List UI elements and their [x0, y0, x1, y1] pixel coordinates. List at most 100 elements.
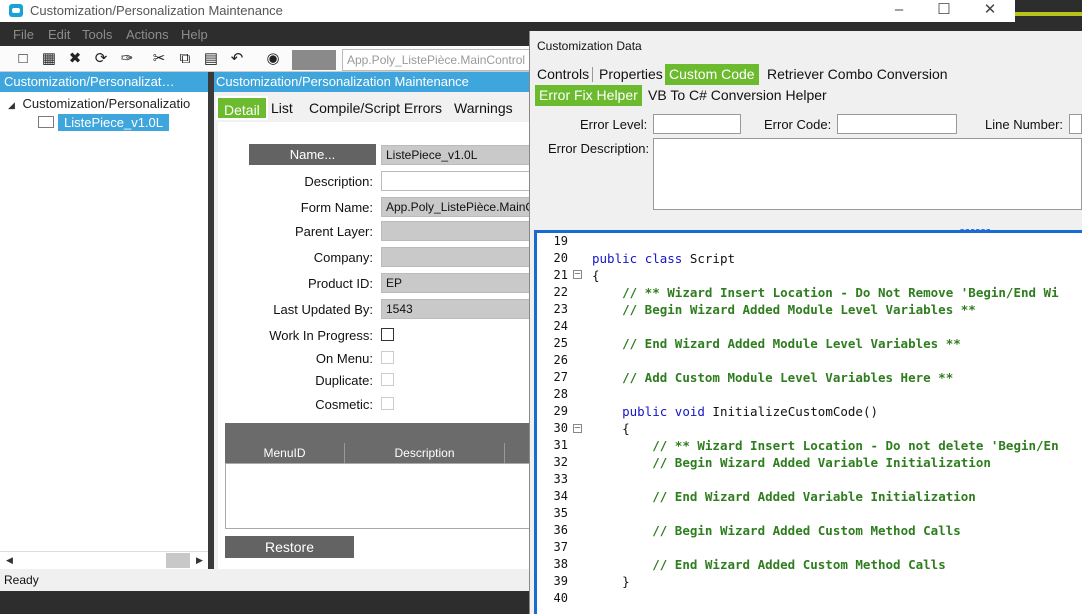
error-code-field[interactable]: [837, 114, 957, 134]
code-line[interactable]: // Add Custom Module Level Variables Her…: [592, 370, 953, 385]
menu-bar: File Edit Tools Actions Help: [0, 25, 530, 45]
background-strip: [1015, 0, 1082, 30]
line-number: 38: [553, 557, 568, 571]
name-button[interactable]: Name...: [249, 144, 376, 165]
close-icon[interactable]: ✕: [967, 0, 1013, 22]
folder-icon: [38, 116, 54, 128]
restore-button[interactable]: Restore: [225, 536, 354, 558]
grid-group-bar: [225, 423, 530, 443]
col-menu-id[interactable]: MenuID: [225, 443, 345, 463]
line-number: 39: [553, 574, 568, 588]
line-number: 37: [553, 540, 568, 554]
menu-tools[interactable]: Tools: [82, 27, 112, 42]
code-line[interactable]: }: [592, 574, 630, 589]
on-menu-label: On Menu:: [315, 351, 373, 366]
tab-warnings[interactable]: Warnings: [448, 96, 519, 120]
code-line[interactable]: // Begin Wizard Added Variable Initializ…: [592, 455, 991, 470]
tab-vb-to-csharp[interactable]: VB To C# Conversion Helper: [644, 85, 831, 106]
duplicate-checkbox[interactable]: [381, 373, 394, 386]
code-line[interactable]: {: [592, 421, 630, 436]
tab-retriever-combo[interactable]: Retriever Combo Conversion: [763, 64, 952, 85]
scroll-right-icon[interactable]: ▶: [196, 555, 203, 566]
menu-edit[interactable]: Edit: [48, 27, 70, 42]
new-icon[interactable]: □: [13, 49, 33, 69]
error-description-field[interactable]: [653, 138, 1082, 210]
tab-compile-errors[interactable]: Compile/Script Errors: [303, 96, 448, 120]
code-line[interactable]: // Begin Wizard Added Custom Method Call…: [592, 523, 961, 538]
on-menu-checkbox[interactable]: [381, 351, 394, 364]
tab-controls[interactable]: Controls: [533, 64, 593, 85]
work-in-progress-checkbox[interactable]: [381, 328, 394, 341]
tree-root[interactable]: ◢ Customization/Personalizatio: [8, 96, 190, 111]
line-number: 32: [553, 455, 568, 469]
window-title: Customization/Personalization Maintenanc…: [30, 3, 283, 18]
description-field[interactable]: [381, 171, 530, 191]
line-number-label: Line Number:: [985, 117, 1064, 132]
code-line[interactable]: public void InitializeCustomCode(): [592, 404, 878, 419]
cosmetic-checkbox[interactable]: [381, 397, 394, 410]
maintenance-header: Customization/Personalization Maintenanc…: [214, 72, 530, 92]
save-icon[interactable]: ▦: [39, 49, 59, 69]
tab-list[interactable]: List: [265, 96, 299, 120]
form-name-field[interactable]: App.Poly_ListePièce.MainCo: [381, 197, 530, 217]
parent-layer-field[interactable]: [381, 221, 530, 241]
dialog-tabs-row1: Controls Properties Custom Code Retrieve…: [533, 64, 1082, 85]
paste-icon[interactable]: ▤: [201, 49, 221, 69]
minimize-icon[interactable]: –: [876, 0, 922, 22]
line-number: 26: [553, 353, 568, 367]
line-number: 30: [553, 421, 568, 435]
line-number: 25: [553, 336, 568, 350]
line-number-field[interactable]: [1069, 114, 1082, 134]
maximize-icon[interactable]: ☐: [921, 0, 967, 22]
col-description[interactable]: Description: [345, 443, 505, 463]
form-name-label: Form Name:: [300, 200, 373, 215]
last-updated-field[interactable]: 1543: [381, 299, 530, 319]
scroll-left-icon[interactable]: ◀: [6, 555, 13, 566]
code-line[interactable]: // End Wizard Added Custom Method Calls: [592, 557, 946, 572]
delete-icon[interactable]: ✖: [65, 49, 85, 69]
code-line[interactable]: // ** Wizard Insert Location - Do not de…: [592, 438, 1058, 453]
cut-icon[interactable]: ✂: [149, 49, 169, 69]
code-line[interactable]: // Begin Wizard Added Module Level Varia…: [592, 302, 976, 317]
scroll-thumb[interactable]: [166, 553, 190, 568]
copy-icon[interactable]: ⧉: [175, 49, 195, 69]
line-number: 33: [553, 472, 568, 486]
product-id-field[interactable]: EP: [381, 273, 530, 293]
dialog-title: Customization Data: [537, 39, 642, 53]
fold-toggle-icon[interactable]: –: [573, 270, 582, 279]
code-line[interactable]: // End Wizard Added Module Level Variabl…: [592, 336, 961, 351]
line-number: 28: [553, 387, 568, 401]
code-line[interactable]: public class Script: [592, 251, 735, 266]
menu-help[interactable]: Help: [181, 27, 208, 42]
tab-custom-code[interactable]: Custom Code: [665, 64, 759, 85]
refresh-icon[interactable]: ⟳: [91, 49, 111, 69]
form-path-field[interactable]: App.Poly_ListePièce.MainControl: [342, 49, 532, 71]
record-navigation[interactable]: [292, 50, 336, 70]
horizontal-scrollbar[interactable]: ◀ ▶: [0, 551, 208, 569]
fold-toggle-icon[interactable]: –: [573, 424, 582, 433]
code-line[interactable]: // End Wizard Added Variable Initializat…: [592, 489, 976, 504]
line-number: 31: [553, 438, 568, 452]
window-titlebar: Customization/Personalization Maintenanc…: [0, 0, 1015, 22]
grid-body: [225, 463, 530, 529]
error-level-field[interactable]: [653, 114, 741, 134]
tree-node-label: ListePiece_v1.0L: [58, 114, 170, 131]
tab-detail[interactable]: Detail: [216, 96, 268, 120]
undo-icon[interactable]: ↶: [227, 49, 247, 69]
code-line[interactable]: {: [592, 268, 600, 283]
clear-icon[interactable]: ✑: [117, 49, 137, 69]
grid-header: MenuID Description: [225, 443, 530, 463]
search-icon[interactable]: ◉: [263, 49, 283, 69]
tab-properties[interactable]: Properties: [595, 64, 667, 85]
line-number: 27: [553, 370, 568, 384]
company-label: Company:: [313, 250, 373, 265]
menu-file[interactable]: File: [13, 27, 34, 42]
last-updated-label: Last Updated By:: [273, 302, 373, 317]
code-line[interactable]: // ** Wizard Insert Location - Do Not Re…: [592, 285, 1059, 300]
menu-actions[interactable]: Actions: [126, 27, 169, 42]
name-field[interactable]: ListePiece_v1.0L: [381, 145, 530, 165]
expand-icon[interactable]: ◢: [8, 100, 15, 110]
company-field[interactable]: [381, 247, 530, 267]
tree-node-listepiece[interactable]: ListePiece_v1.0L: [38, 114, 170, 131]
tab-error-fix-helper[interactable]: Error Fix Helper: [535, 85, 642, 106]
